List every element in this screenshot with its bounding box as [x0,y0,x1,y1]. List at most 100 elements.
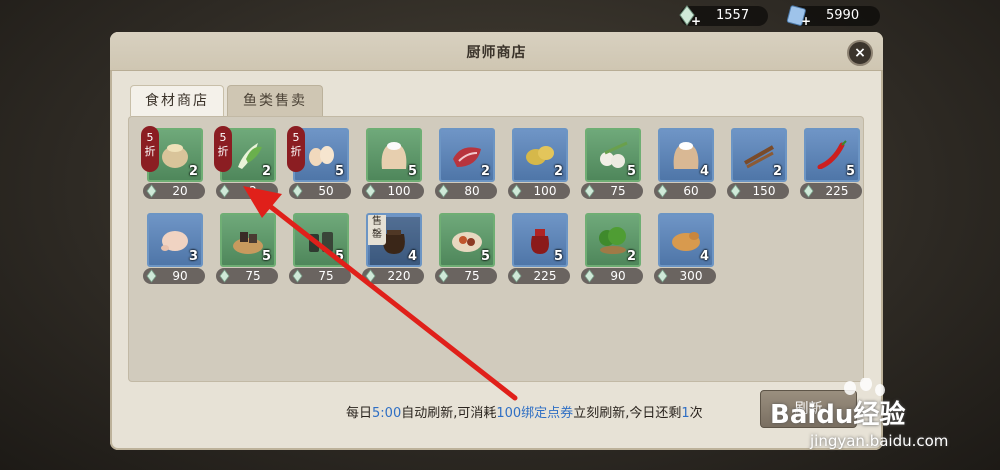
gem-icon [146,269,157,283]
item-quantity: 5 [407,164,417,179]
item-price: 100 [508,183,570,199]
item-price: 50 [289,183,351,199]
shop-item[interactable]: 4 60 [654,128,716,200]
item-quantity: 5 [626,164,636,179]
item-quantity: 5 [334,164,344,179]
item-price: 75 [435,268,497,284]
notice-text: 次 [689,406,703,421]
window-title: 厨师商店 [466,45,527,61]
shop-item[interactable]: 2 5 折 20 [141,126,205,200]
price-value: 225 [825,184,849,198]
item-quantity: 3 [188,249,198,264]
price-value: 50 [318,184,334,198]
shop-item[interactable]: 5 75 [435,213,497,285]
shop-item[interactable]: 5 75 [216,213,278,285]
shop-item[interactable]: 5 225 [508,213,570,285]
soldout-label: 售罄 [368,215,386,245]
item-quantity: 4 [699,249,709,264]
tofu-basket-icon [233,232,263,254]
item-quantity: 5 [480,249,490,264]
gem-icon [219,184,230,198]
item-price: 220 [362,268,424,284]
gem-icon [730,184,741,198]
tab-fish-sale[interactable]: 鱼类售卖 [227,85,323,116]
cinnamon-icon [744,145,774,169]
gem-icon [438,269,449,283]
item-quantity: 5 [553,249,563,264]
shop-item[interactable]: 5 5 折 50 [287,126,351,200]
close-button[interactable]: × [847,40,873,66]
gem-icon [511,184,522,198]
item-thumbnail: 2 [512,128,568,182]
shop-item[interactable]: 5 75 [289,213,351,285]
shop-item[interactable]: 2 80 [435,128,497,200]
item-thumbnail: 4 [658,213,714,267]
price-value: 225 [533,269,557,283]
ticket-currency: + 5990 [786,5,880,28]
item-quantity: 2 [188,164,198,179]
item-quantity: 2 [626,249,636,264]
shop-item[interactable]: 5 225 [800,128,862,200]
price-value: 75 [464,269,480,283]
item-price: 75 [289,268,351,284]
gem-currency: + 1557 [679,5,768,28]
item-quantity: 2 [772,164,782,179]
discount-badge: 5折 [141,126,159,172]
shop-item[interactable]: 2 5折 2 [214,126,278,200]
refresh-cost: 100绑定点券 [496,406,574,421]
gem-icon [657,269,668,283]
shop-item[interactable]: 5 75 [581,128,643,200]
grain-sack-icon [162,144,188,168]
title-bar: 厨师商店 × [110,32,883,71]
rice-sack-icon [673,142,699,169]
notice-text: 立刻刷新,今日还剩 [573,406,682,421]
eggs-icon [309,146,334,166]
discount-badge: 5折 [214,126,232,172]
tab-ingredient-shop[interactable]: 食材商店 [130,85,224,116]
price-value: 75 [245,269,261,283]
potatoes-icon [526,146,554,165]
watermark-url: jingyan.baidu.com [810,432,949,450]
item-thumbnail: 5 [439,213,495,267]
gem-icon [365,184,376,198]
flour-sack-icon [381,142,407,169]
gem-icon [365,269,376,283]
price-value: 2 [249,184,257,198]
refresh-time: 5:00 [372,406,402,421]
refresh-notice: 每日5:00自动刷新,可消耗100绑定点券立刻刷新,今日还剩1次 [346,402,703,421]
shop-item[interactable]: 2 100 [508,128,570,200]
item-price: 150 [727,183,789,199]
item-price: 80 [435,183,497,199]
notice-text: 自动刷新,可消耗 [401,406,497,421]
shop-item[interactable]: 售罄 4 220 [362,213,424,285]
item-price: 2 [216,183,278,199]
item-thumbnail: 5 [293,213,349,267]
shop-item[interactable]: 4 300 [654,213,716,285]
item-thumbnail: 4 [658,128,714,182]
ticket-count: 5990 [826,8,860,23]
item-price: 225 [508,268,570,284]
herbs-icon [599,227,626,254]
item-price: 100 [362,183,424,199]
gem-icon [292,184,303,198]
item-thumbnail: 5 [512,213,568,267]
shop-item[interactable]: 3 90 [143,213,205,285]
shop-item[interactable]: 2 150 [727,128,789,200]
bok-choy-icon [238,143,262,169]
gem-icon [438,184,449,198]
item-thumbnail: 2 [731,128,787,182]
item-quantity: 2 [553,164,563,179]
shop-item[interactable]: 2 90 [581,213,643,285]
item-price: 90 [581,268,643,284]
item-thumbnail: 售罄 4 [366,213,422,267]
price-value: 80 [464,184,480,198]
item-thumbnail: 5 [220,213,276,267]
shop-item[interactable]: 5 100 [362,128,424,200]
price-value: 75 [318,269,334,283]
ticket-icon: + [786,5,810,28]
price-value: 150 [752,184,776,198]
item-quantity: 2 [261,164,271,179]
price-value: 75 [610,184,626,198]
price-value: 300 [679,269,703,283]
item-quantity: 5 [334,249,344,264]
